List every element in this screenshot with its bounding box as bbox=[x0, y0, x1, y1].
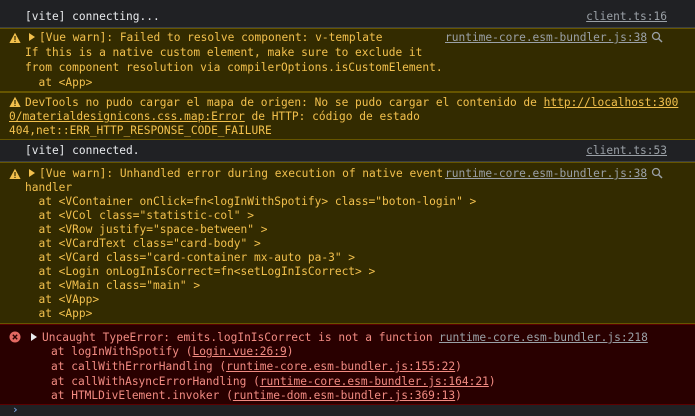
warning-line-4: at <App> bbox=[25, 76, 93, 89]
stack-frame: at <App> bbox=[25, 307, 93, 320]
sourcemap-url-link-cont[interactable]: 0/materialdesignicons.css.map:Error bbox=[9, 110, 245, 123]
console-message-vite-connected: [vite] connected. client.ts:53 bbox=[0, 140, 695, 162]
stack-frame-text: ) bbox=[455, 360, 462, 373]
expand-arrow-icon[interactable] bbox=[29, 169, 35, 177]
stack-frame-text: at HTMLDivElement.invoker ( bbox=[51, 389, 233, 402]
warning-line-3: from component resolution via compilerOp… bbox=[25, 61, 443, 74]
console-prompt[interactable]: › bbox=[0, 403, 695, 416]
search-icon[interactable] bbox=[651, 31, 663, 43]
stack-frame: at <VCard class="card-container mx-auto … bbox=[25, 251, 356, 264]
console-error-uncaught-typeerror: Uncaught TypeError: emits.logInIsCorrect… bbox=[0, 324, 695, 405]
warning-icon bbox=[9, 168, 21, 179]
source-link[interactable]: runtime-core.esm-bundler.js:218 bbox=[439, 331, 648, 344]
sourcemap-url-link[interactable]: http://localhost:300 bbox=[544, 96, 679, 109]
console-warning-failed-resolve: [Vue warn]: Failed to resolve component:… bbox=[0, 28, 695, 92]
stack-frame: at <VCardText class="card-body" > bbox=[25, 237, 261, 250]
search-icon[interactable] bbox=[651, 167, 663, 179]
console-warning-unhandled-error: [Vue warn]: Unhandled error during execu… bbox=[0, 162, 695, 324]
source-link[interactable]: client.ts:53 bbox=[586, 144, 667, 157]
stack-frame: at logInWithSpotify (Login.vue:26:9) bbox=[51, 345, 294, 358]
stack-frame-link[interactable]: runtime-core.esm-bundler.js:164:21 bbox=[260, 375, 489, 388]
stack-frame-text: ) bbox=[286, 345, 294, 358]
stack-frame: at <VApp> bbox=[25, 293, 100, 306]
expand-arrow-icon[interactable] bbox=[29, 33, 35, 41]
message-text: [vite] connecting... bbox=[25, 10, 160, 23]
source-link[interactable]: client.ts:16 bbox=[586, 10, 667, 23]
stack-frame-text: at logInWithSpotify ( bbox=[51, 345, 193, 358]
console-warning-source-map: DevTools no pudo cargar el mapa de orige… bbox=[0, 92, 695, 140]
stack-frame: at <Login onLogInIsCorrect=fn<setLogInIs… bbox=[25, 265, 376, 278]
error-message: Uncaught TypeError: emits.logInIsCorrect… bbox=[42, 331, 433, 344]
stack-frame-link[interactable]: Login.vue:26:9 bbox=[192, 345, 286, 358]
error-icon bbox=[9, 331, 21, 343]
sourcemap-line-2: 0/materialdesignicons.css.map:Error de H… bbox=[9, 110, 420, 123]
source-link[interactable]: runtime-core.esm-bundler.js:38 bbox=[445, 167, 647, 180]
stack-frame: at <VContainer onClick=fn<logInWithSpoti… bbox=[25, 195, 477, 208]
expand-arrow-icon[interactable] bbox=[31, 333, 37, 341]
warning-icon bbox=[9, 32, 21, 43]
stack-frame-link[interactable]: runtime-core.esm-bundler.js:155:22 bbox=[226, 360, 455, 373]
stack-frame-text: at callWithAsyncErrorHandling ( bbox=[51, 375, 260, 388]
console-message-vite-connecting: [vite] connecting... client.ts:16 bbox=[0, 0, 695, 28]
prompt-chevron-icon: › bbox=[12, 403, 19, 416]
warning-line-1: [Vue warn]: Failed to resolve component:… bbox=[39, 31, 383, 44]
stack-frame: at callWithAsyncErrorHandling (runtime-c… bbox=[51, 375, 496, 388]
message-text: [vite] connected. bbox=[25, 144, 140, 157]
warning-line-2: handler bbox=[25, 181, 73, 194]
warning-icon bbox=[9, 96, 21, 107]
stack-frame-text: ) bbox=[488, 375, 496, 388]
sourcemap-line-1: DevTools no pudo cargar el mapa de orige… bbox=[25, 96, 678, 109]
stack-frame: at HTMLDivElement.invoker (runtime-dom.e… bbox=[51, 389, 462, 402]
sourcemap-text-2: de HTTP: código de estado bbox=[244, 110, 420, 123]
stack-frame: at <VMain class="main" > bbox=[25, 279, 201, 292]
stack-frame: at <VCol class="statistic-col" > bbox=[25, 209, 255, 222]
stack-frame-link[interactable]: runtime-dom.esm-bundler.js:369:13 bbox=[233, 389, 455, 402]
warning-line-2: If this is a native custom element, make… bbox=[25, 46, 423, 59]
stack-frame-text: ) bbox=[455, 389, 462, 402]
stack-frame: at callWithErrorHandling (runtime-core.e… bbox=[51, 360, 462, 373]
stack-frame: at <VRow justify="space-between" > bbox=[25, 223, 268, 236]
stack-frame-text: at callWithErrorHandling ( bbox=[51, 360, 227, 373]
sourcemap-text: DevTools no pudo cargar el mapa de orige… bbox=[25, 96, 544, 109]
source-link[interactable]: runtime-core.esm-bundler.js:38 bbox=[445, 31, 647, 44]
sourcemap-line-3: 404,net::ERR_HTTP_RESPONSE_CODE_FAILURE bbox=[9, 124, 272, 137]
warning-line-1: [Vue warn]: Unhandled error during execu… bbox=[39, 167, 444, 180]
